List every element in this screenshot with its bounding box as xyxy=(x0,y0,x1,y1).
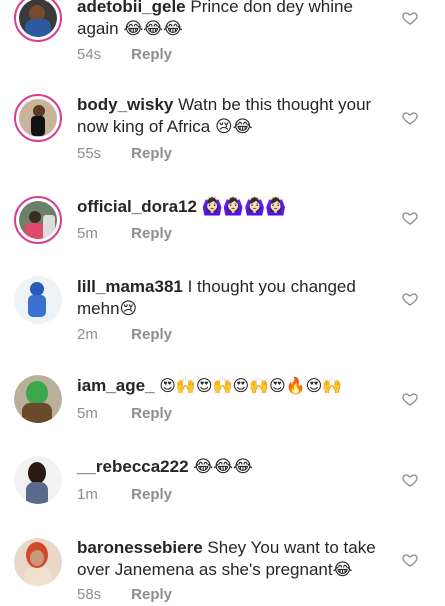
comment-meta: 2m Reply xyxy=(77,326,172,343)
comment-text: 😂😂😂 xyxy=(193,457,253,476)
comment-text-line2: now king of Africa 😢😂 xyxy=(77,117,253,136)
comment-time: 2m xyxy=(77,326,98,343)
heart-outline-icon[interactable] xyxy=(402,10,418,26)
comment-text-line2: over Janemena as she's pregnant😂 xyxy=(77,560,353,579)
heart-outline-icon[interactable] xyxy=(402,391,418,407)
comment-username[interactable]: iam_age_ xyxy=(77,376,155,395)
comment-username[interactable]: __rebecca222 xyxy=(77,457,189,476)
reply-button[interactable]: Reply xyxy=(131,225,172,242)
reply-button[interactable]: Reply xyxy=(131,326,172,343)
comment-text: Watn be this thought your xyxy=(178,95,372,114)
comment-meta: 58s Reply xyxy=(77,586,172,603)
comment-meta: 5m Reply xyxy=(77,405,172,422)
comment-body: __rebecca222 😂😂😂 xyxy=(77,456,382,478)
comment-text: 🙆🏻‍♀️🙆🏻‍♀️🙆🏻‍♀️🙆🏻‍♀️ xyxy=(201,197,287,216)
comment-body: baronessebiere Shey You want to take ove… xyxy=(77,537,382,581)
comment-body: adetobii_gele Prince don dey whine again… xyxy=(77,0,382,40)
avatar[interactable] xyxy=(14,538,62,586)
comment-text: I thought you changed xyxy=(187,277,356,296)
comment-text-line2: mehn😢 xyxy=(77,299,138,318)
avatar[interactable] xyxy=(14,375,62,423)
comment-body: lill_mama381 I thought you changed mehn😢 xyxy=(77,276,382,320)
comment-text: 😍🙌😍🙌😍🙌😍🔥😍🙌 xyxy=(159,378,343,395)
comment-time: 5m xyxy=(77,225,98,242)
comment-meta: 1m Reply xyxy=(77,486,172,503)
avatar[interactable] xyxy=(14,0,62,42)
comment-time: 5m xyxy=(77,405,98,422)
comment-username[interactable]: lill_mama381 xyxy=(77,277,183,296)
comment-username[interactable]: body_wisky xyxy=(77,95,173,114)
comment-text-line2: again 😂😂😂 xyxy=(77,19,183,38)
heart-outline-icon[interactable] xyxy=(402,552,418,568)
avatar[interactable] xyxy=(14,94,62,142)
comment-meta: 55s Reply xyxy=(77,145,172,162)
comment-body: body_wisky Watn be this thought your now… xyxy=(77,94,382,138)
heart-outline-icon[interactable] xyxy=(402,291,418,307)
reply-button[interactable]: Reply xyxy=(131,46,172,63)
avatar[interactable] xyxy=(14,276,62,324)
heart-outline-icon[interactable] xyxy=(402,110,418,126)
avatar[interactable] xyxy=(14,196,62,244)
comment-body: iam_age_ 😍🙌😍🙌😍🙌😍🔥😍🙌 xyxy=(77,375,382,398)
comment-username[interactable]: baronessebiere xyxy=(77,538,203,557)
comment-time: 1m xyxy=(77,486,98,503)
comment-text: Prince don dey whine xyxy=(190,0,353,16)
reply-button[interactable]: Reply xyxy=(131,405,172,422)
comment-time: 58s xyxy=(77,586,102,603)
comment-username[interactable]: official_dora12 xyxy=(77,197,197,216)
comment-time: 55s xyxy=(77,145,102,162)
comment-text: Shey You want to take xyxy=(207,538,376,557)
reply-button[interactable]: Reply xyxy=(131,486,172,503)
comment-username[interactable]: adetobii_gele xyxy=(77,0,186,16)
reply-button[interactable]: Reply xyxy=(131,586,172,603)
comment-time: 54s xyxy=(77,46,102,63)
comment-meta: 5m Reply xyxy=(77,225,172,242)
comment-body: official_dora12 🙆🏻‍♀️🙆🏻‍♀️🙆🏻‍♀️🙆🏻‍♀️ xyxy=(77,196,382,218)
heart-outline-icon[interactable] xyxy=(402,472,418,488)
avatar[interactable] xyxy=(14,456,62,504)
comment-meta: 54s Reply xyxy=(77,46,172,63)
heart-outline-icon[interactable] xyxy=(402,210,418,226)
reply-button[interactable]: Reply xyxy=(131,145,172,162)
